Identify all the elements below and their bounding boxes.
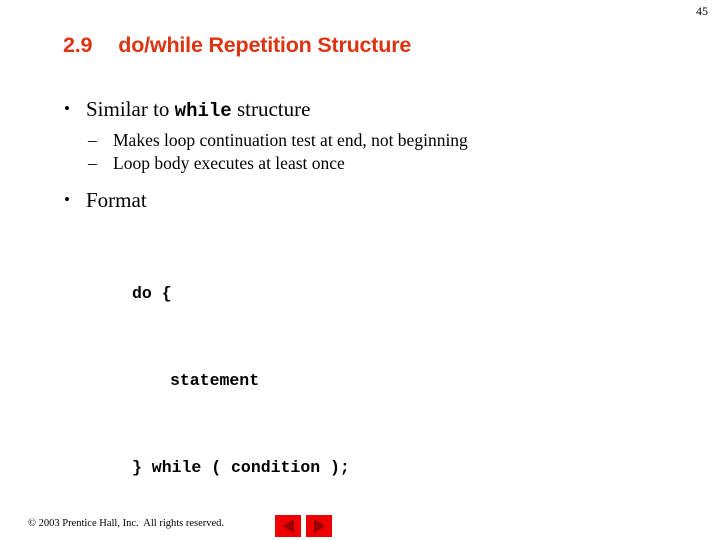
triangle-right-icon — [313, 519, 325, 533]
slide-body: • Similar to while structure – Makes loop … — [0, 95, 720, 540]
code-line: } while ( condition ); — [132, 458, 350, 477]
slide-footer: © 2003 Prentice Hall, Inc. All rights re… — [0, 498, 720, 540]
sub-bullet-item: – Makes loop continuation test at end, no… — [0, 129, 720, 152]
previous-slide-button[interactable] — [275, 515, 301, 537]
page-number: 45 — [696, 4, 708, 18]
code-line: do { — [132, 284, 172, 303]
sub-bullet-marker: – — [88, 153, 97, 173]
sub-bullet-item: – Loop body executes at least once — [0, 152, 720, 175]
bullet-item: • Similar to while structure — [0, 95, 720, 125]
next-slide-button[interactable] — [306, 515, 332, 537]
bullet-marker: • — [64, 99, 70, 118]
inline-code-keyword: while — [174, 100, 232, 122]
sub-bullet-label: Loop body executes at least once — [113, 153, 345, 173]
triangle-left-icon — [282, 519, 294, 533]
bullet-text-part: Similar to — [86, 97, 175, 121]
bullet-marker: • — [64, 190, 70, 209]
navigation-buttons — [275, 515, 332, 537]
code-block: do { statement } while ( condition ); — [0, 221, 720, 540]
sub-bullet-marker: – — [88, 130, 97, 150]
code-line: statement — [170, 371, 260, 390]
page-title: 2.9 do/while Repetition Structure — [63, 33, 411, 58]
title-text: do/while Repetition Structure — [118, 33, 412, 57]
sub-bullet-label: Makes loop continuation test at end, not… — [113, 130, 468, 150]
copyright-notice: © 2003 Prentice Hall, Inc. All rights re… — [28, 518, 225, 529]
bullet-text-part: Format — [86, 188, 147, 212]
bullet-text-part: structure — [231, 97, 311, 121]
slide: 45 2.9 do/while Repetition Structure • Sim… — [0, 0, 720, 540]
bullet-item: • Format — [0, 186, 720, 214]
title-section-number: 2.9 — [63, 33, 93, 57]
